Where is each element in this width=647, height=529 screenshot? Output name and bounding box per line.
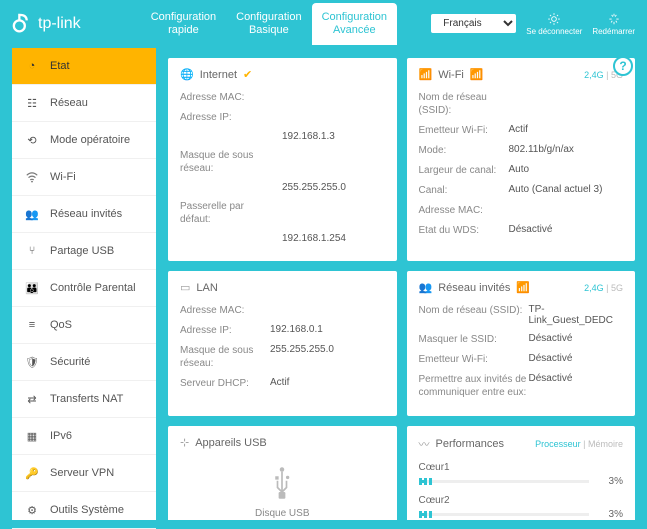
reboot-button[interactable]: Redémarrer — [592, 12, 635, 37]
sidebar-item-security[interactable]: 🛡Sécurité — [12, 344, 156, 381]
header-right: Français Se déconnecter Redémarrer — [431, 12, 635, 37]
sidebar-item-qos[interactable]: ≡QoS — [12, 307, 156, 344]
card-title: Internet — [200, 69, 237, 81]
language-select[interactable]: Français — [431, 14, 516, 33]
perf-core: Cœur1 3% — [419, 462, 624, 487]
header: tp-link Configurationrapide Configuratio… — [0, 0, 647, 48]
wifi-off-icon: 📶 — [516, 281, 530, 294]
tplink-logo-icon — [12, 13, 34, 35]
sidebar-item-vpn[interactable]: 🔑Serveur VPN — [12, 455, 156, 492]
help-button[interactable]: ? — [613, 56, 633, 76]
card-title: Wi-Fi — [438, 69, 464, 81]
perf-tab-mem[interactable]: Mémoire — [588, 439, 623, 449]
logout-button[interactable]: Se déconnecter — [526, 12, 582, 37]
guest-card-icon: 👥 — [419, 281, 433, 294]
usb-share-icon: ⑂ — [24, 243, 40, 259]
nat-icon: ⇄ — [24, 391, 40, 407]
card-usb: ⊹Appareils USB Disque USB Capacité : 0 B — [168, 426, 397, 520]
opmode-icon: ⟲ — [24, 132, 40, 148]
card-performance: 〰PerformancesProcesseur | Mémoire Cœur1 … — [407, 426, 636, 520]
perf-tab-cpu[interactable]: Processeur — [535, 439, 581, 449]
sidebar-item-parental[interactable]: 👪Contrôle Parental — [12, 270, 156, 307]
sidebar: ◔Etat ☷Réseau ⟲Mode opératoire Wi-Fi 👥Ré… — [12, 48, 156, 520]
card-wifi: 📶Wi-Fi📶2,4G | 5G Nom de réseau (SSID): E… — [407, 58, 636, 261]
card-guest: 👥Réseau invités📶2,4G | 5G Nom de réseau … — [407, 271, 636, 416]
tab-advanced[interactable]: ConfigurationAvancée — [312, 3, 397, 45]
reboot-icon — [607, 12, 621, 26]
wifi-icon — [24, 169, 40, 185]
perf-core: Cœur2 3% — [419, 495, 624, 520]
brand-text: tp-link — [38, 15, 81, 33]
sidebar-item-status[interactable]: ◔Etat — [12, 48, 156, 85]
perf-icon: 〰 — [419, 436, 430, 452]
card-title: Réseau invités — [438, 282, 510, 294]
tab-quick-setup[interactable]: Configurationrapide — [141, 3, 226, 45]
card-internet: 🌐Internet✔ Adresse MAC: Adresse IP: 192.… — [168, 58, 397, 261]
usb-plug-icon — [268, 465, 296, 501]
guest-band-5g[interactable]: 5G — [611, 283, 623, 293]
sidebar-item-wifi[interactable]: Wi-Fi — [12, 159, 156, 196]
card-lan: ▭LAN Adresse MAC: Adresse IP:192.168.0.1… — [168, 271, 397, 416]
parental-icon: 👪 — [24, 280, 40, 296]
card-title: Performances — [436, 438, 504, 450]
ipv6-icon: ▦ — [24, 428, 40, 444]
lan-icon: ▭ — [180, 281, 190, 294]
sidebar-item-network[interactable]: ☷Réseau — [12, 85, 156, 122]
tab-basic[interactable]: ConfigurationBasique — [226, 3, 311, 45]
logout-icon — [547, 12, 561, 26]
wifi-signal-icon: 📶 — [470, 68, 484, 81]
vpn-icon: 🔑 — [24, 465, 40, 481]
guest-icon: 👥 — [24, 206, 40, 222]
sidebar-item-ipv6[interactable]: ▦IPv6 — [12, 418, 156, 455]
sidebar-item-guest[interactable]: 👥Réseau invités — [12, 196, 156, 233]
card-title: Appareils USB — [195, 437, 267, 449]
card-title: LAN — [196, 282, 217, 294]
sidebar-item-opmode[interactable]: ⟲Mode opératoire — [12, 122, 156, 159]
wifi-card-icon: 📶 — [419, 68, 433, 81]
sidebar-item-system[interactable]: ⚙Outils Système — [12, 492, 156, 529]
guest-band-24g[interactable]: 2,4G — [584, 283, 604, 293]
usb-graphic: Disque USB — [180, 459, 385, 520]
status-check-icon: ✔ — [243, 68, 252, 81]
globe-icon: 🌐 — [180, 68, 194, 81]
gear-icon: ⚙ — [24, 502, 40, 518]
qos-icon: ≡ — [24, 317, 40, 333]
band-24g[interactable]: 2,4G — [584, 70, 604, 80]
sidebar-item-usb[interactable]: ⑂Partage USB — [12, 233, 156, 270]
top-tabs: Configurationrapide ConfigurationBasique… — [141, 3, 397, 45]
network-icon: ☷ — [24, 95, 40, 111]
content: ? 🌐Internet✔ Adresse MAC: Adresse IP: 19… — [156, 48, 647, 520]
sidebar-item-nat[interactable]: ⇄Transferts NAT — [12, 381, 156, 418]
perf-track — [419, 480, 590, 483]
main: ◔Etat ☷Réseau ⟲Mode opératoire Wi-Fi 👥Ré… — [0, 48, 647, 520]
perf-track — [419, 513, 590, 516]
status-icon: ◔ — [24, 58, 40, 74]
brand-logo: tp-link — [12, 13, 81, 35]
usb-icon: ⊹ — [180, 436, 189, 449]
shield-icon: 🛡 — [24, 354, 40, 370]
